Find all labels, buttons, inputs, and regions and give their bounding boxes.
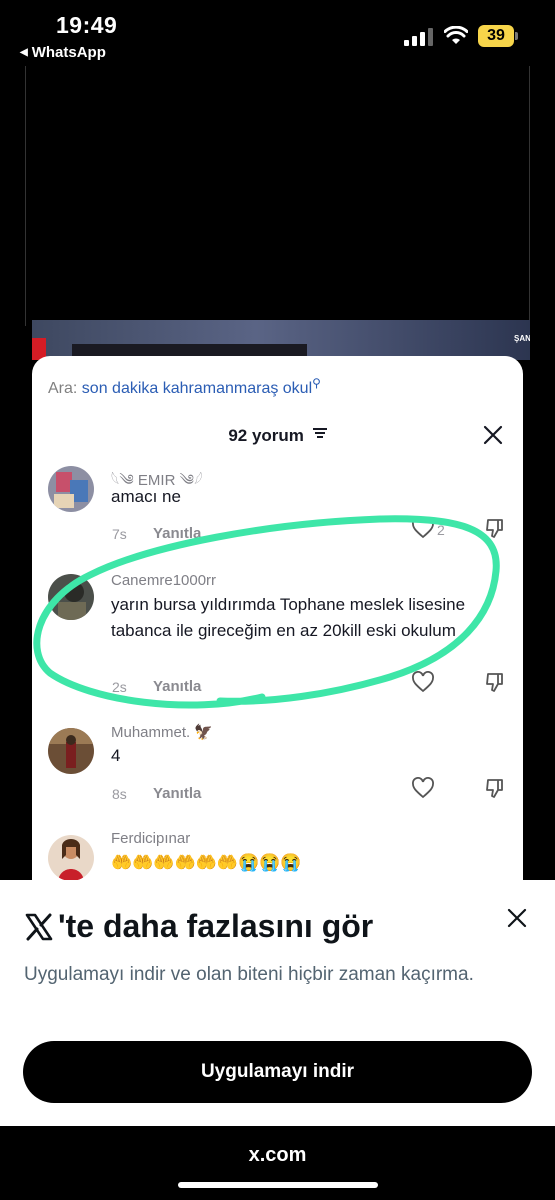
comment-text: 4 [111,746,121,765]
banner-title: 'te daha fazlasını gör [24,908,373,945]
comment-age: 7s [112,526,127,542]
comment-item: 𓆩༄ EMIR ༄𓆪 amacı ne [32,464,523,544]
news-location-label: ŞANLIURFA [514,334,530,343]
back-triangle-icon: ◀ [20,47,28,58]
avatar[interactable] [48,728,94,774]
comment-text: yarın bursa yıldırımda Tophane meslek li… [111,595,466,640]
thumbs-down-icon[interactable] [483,670,507,694]
wifi-icon [444,26,468,44]
comment-username[interactable]: Muhammet. 🦅 [111,723,213,741]
close-icon[interactable] [507,908,527,928]
download-app-button[interactable]: Uygulamayı indir [23,1041,532,1103]
battery-indicator: 39 [478,25,518,47]
news-video-strip: ŞANLIURFA [32,320,530,360]
comment-item: Muhammet. 🦅 4 [32,723,523,783]
comment-item: Canemre1000rr yarın bursa yıldırımda Top… [32,572,523,682]
back-app-label: WhatsApp [31,44,106,61]
banner-description: Uygulamayı indir ve olan biteni hiçbir z… [24,964,474,985]
comment-age: 8s [112,786,127,802]
comment-text: amacı ne [111,487,181,506]
search-query: son dakika kahramanmaraş okul [81,380,313,397]
battery-level: 39 [478,25,514,47]
avatar[interactable] [48,466,94,512]
cellular-signal-icon [404,28,433,46]
status-time: 19:49 [56,12,118,38]
banner-title-text: 'te daha fazlasını gör [58,908,374,944]
x-logo-icon [25,913,53,940]
search-icon: ⚲ [312,376,321,390]
comment-count: 92 yorum [228,426,304,445]
comments-sheet: Ara: son dakika kahramanmaraş okul⚲ 92 y… [32,356,523,886]
search-label: Ara: [48,380,78,397]
comment-username[interactable]: Canemre1000rr [111,572,216,589]
filter-icon[interactable] [312,427,327,439]
comment-item: Ferdicipınar 🤲🤲🤲🤲🤲🤲😭😭😭 [32,830,523,886]
heart-icon[interactable] [411,671,435,693]
back-to-app-link[interactable]: ◀ WhatsApp [20,44,106,61]
avatar[interactable] [48,574,94,620]
comment-text: 🤲🤲🤲🤲🤲🤲😭😭😭 [111,853,302,872]
video-frame-left-edge [25,66,26,326]
reply-button[interactable]: Yanıtla [153,525,201,542]
reply-button[interactable]: Yanıtla [153,678,201,695]
home-indicator[interactable] [178,1182,378,1188]
reply-button[interactable]: Yanıtla [153,785,201,802]
comment-username[interactable]: Ferdicipınar [111,830,190,847]
site-url[interactable]: x.com [0,1144,555,1167]
comment-age: 2s [112,679,127,695]
battery-cap [515,32,518,40]
x-app-banner: 'te daha fazlasını gör Uygulamayı indir … [0,880,555,1126]
thumbs-down-icon[interactable] [483,776,507,800]
comment-count-header: 92 yorum [32,426,523,446]
video-frame-right-edge [529,66,530,326]
thumbs-down-icon[interactable] [483,516,507,540]
heart-icon[interactable] [411,777,435,799]
status-bar: 19:49 ◀ WhatsApp 39 [0,0,555,70]
browser-url-bar: x.com [0,1126,555,1200]
heart-icon[interactable] [411,517,435,539]
related-search-link[interactable]: Ara: son dakika kahramanmaraş okul⚲ [48,376,321,398]
close-icon[interactable] [482,424,504,446]
like-count: 2 [437,522,445,538]
avatar[interactable] [48,835,94,881]
